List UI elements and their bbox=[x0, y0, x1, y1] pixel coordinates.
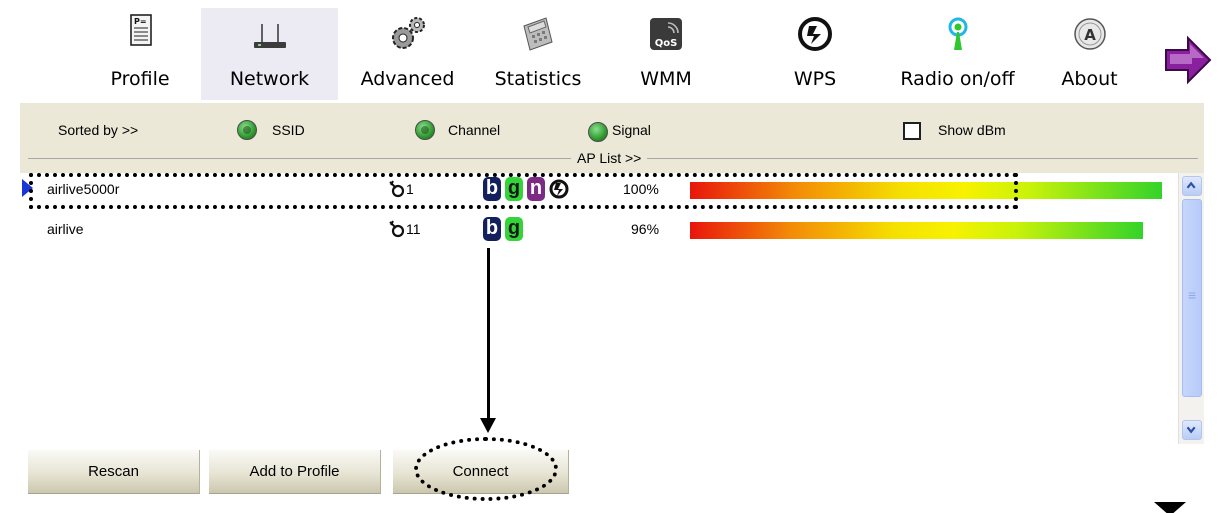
statistics-calculator-icon bbox=[523, 17, 553, 51]
signal-strength-bar bbox=[690, 222, 1143, 239]
connect-highlight-ellipse bbox=[414, 437, 558, 501]
ap-list-title: AP List >> bbox=[571, 150, 648, 166]
network-icon bbox=[253, 24, 286, 48]
page-down-triangle-icon bbox=[1154, 502, 1186, 513]
tab-wps[interactable]: WPS bbox=[780, 8, 850, 100]
network-panel: Sorted by >> SSID Channel Signal Show dB… bbox=[20, 103, 1204, 444]
tab-radio-on-off-label: Radio on/off bbox=[900, 68, 1015, 90]
tab-radio-on-off[interactable]: Radio on/off bbox=[890, 8, 1025, 100]
show-dbm-label: Show dBm bbox=[938, 122, 1006, 138]
sort-ssid-label: SSID bbox=[272, 122, 305, 138]
tab-advanced[interactable]: Advanced bbox=[350, 8, 465, 100]
about-icon: A bbox=[1073, 18, 1106, 50]
advanced-gears-icon bbox=[391, 17, 425, 49]
svg-text:A: A bbox=[1084, 26, 1096, 44]
tab-network-label: Network bbox=[229, 68, 310, 90]
sort-channel-radio[interactable] bbox=[415, 120, 435, 140]
annotation-arrow-line bbox=[487, 248, 490, 420]
scroll-thumb[interactable] bbox=[1182, 199, 1202, 397]
tab-about[interactable]: A About bbox=[1052, 8, 1127, 100]
tab-wmm-label: WMM bbox=[640, 68, 692, 90]
svg-text:QoS: QoS bbox=[655, 38, 678, 49]
tab-network[interactable]: Network bbox=[201, 8, 338, 100]
show-dbm-checkbox[interactable] bbox=[903, 122, 921, 140]
tab-statistics[interactable]: Statistics bbox=[478, 8, 598, 100]
ap-list-scrollbar[interactable] bbox=[1178, 173, 1204, 444]
toolbar: P= Profile Network Advanced Statistics Q… bbox=[0, 0, 1219, 103]
mode-b-badge: b bbox=[483, 217, 501, 241]
tab-profile[interactable]: P= Profile bbox=[85, 8, 195, 100]
scroll-down-button[interactable] bbox=[1182, 420, 1202, 440]
tab-about-label: About bbox=[1061, 68, 1118, 90]
svg-text:P=: P= bbox=[134, 17, 147, 26]
sort-channel-label: Channel bbox=[448, 122, 501, 138]
sort-signal-label: Signal bbox=[612, 122, 651, 138]
encryption-key-icon bbox=[389, 220, 405, 238]
tab-statistics-label: Statistics bbox=[494, 68, 582, 90]
tab-wmm[interactable]: QoS WMM bbox=[626, 8, 706, 100]
radio-antenna-icon bbox=[948, 17, 967, 50]
sorted-by-label: Sorted by >> bbox=[58, 122, 139, 138]
rescan-button[interactable]: Rescan bbox=[28, 450, 200, 494]
chevron-up-icon bbox=[1186, 181, 1196, 189]
next-arrow-icon[interactable] bbox=[1164, 34, 1212, 86]
chevron-down-icon bbox=[1186, 426, 1196, 434]
selected-ap-highlight-box bbox=[29, 173, 1018, 209]
sort-signal-radio[interactable] bbox=[588, 122, 608, 142]
ap-list-row[interactable]: airlive 11 b g 96% bbox=[20, 213, 1178, 245]
scroll-up-button[interactable] bbox=[1182, 176, 1202, 196]
add-to-profile-button[interactable]: Add to Profile bbox=[209, 450, 381, 494]
profile-icon: P= bbox=[130, 14, 152, 46]
sort-ssid-radio[interactable] bbox=[237, 120, 257, 140]
tab-profile-label: Profile bbox=[110, 68, 170, 90]
qos-icon: QoS bbox=[650, 18, 682, 50]
annotation-arrow-head bbox=[480, 418, 496, 433]
ap-channel: 11 bbox=[406, 221, 421, 237]
tab-advanced-label: Advanced bbox=[360, 68, 455, 90]
wps-icon bbox=[798, 17, 832, 51]
ap-list: airlive5000r 1 b g n 100% airlive 11 b g… bbox=[20, 173, 1204, 444]
tab-wps-label: WPS bbox=[793, 68, 837, 90]
sort-row: Sorted by >> SSID Channel Signal Show dB… bbox=[20, 103, 1204, 153]
ap-signal-percent: 96% bbox=[631, 221, 660, 237]
mode-g-badge: g bbox=[505, 217, 523, 241]
ap-ssid: airlive bbox=[47, 221, 84, 237]
